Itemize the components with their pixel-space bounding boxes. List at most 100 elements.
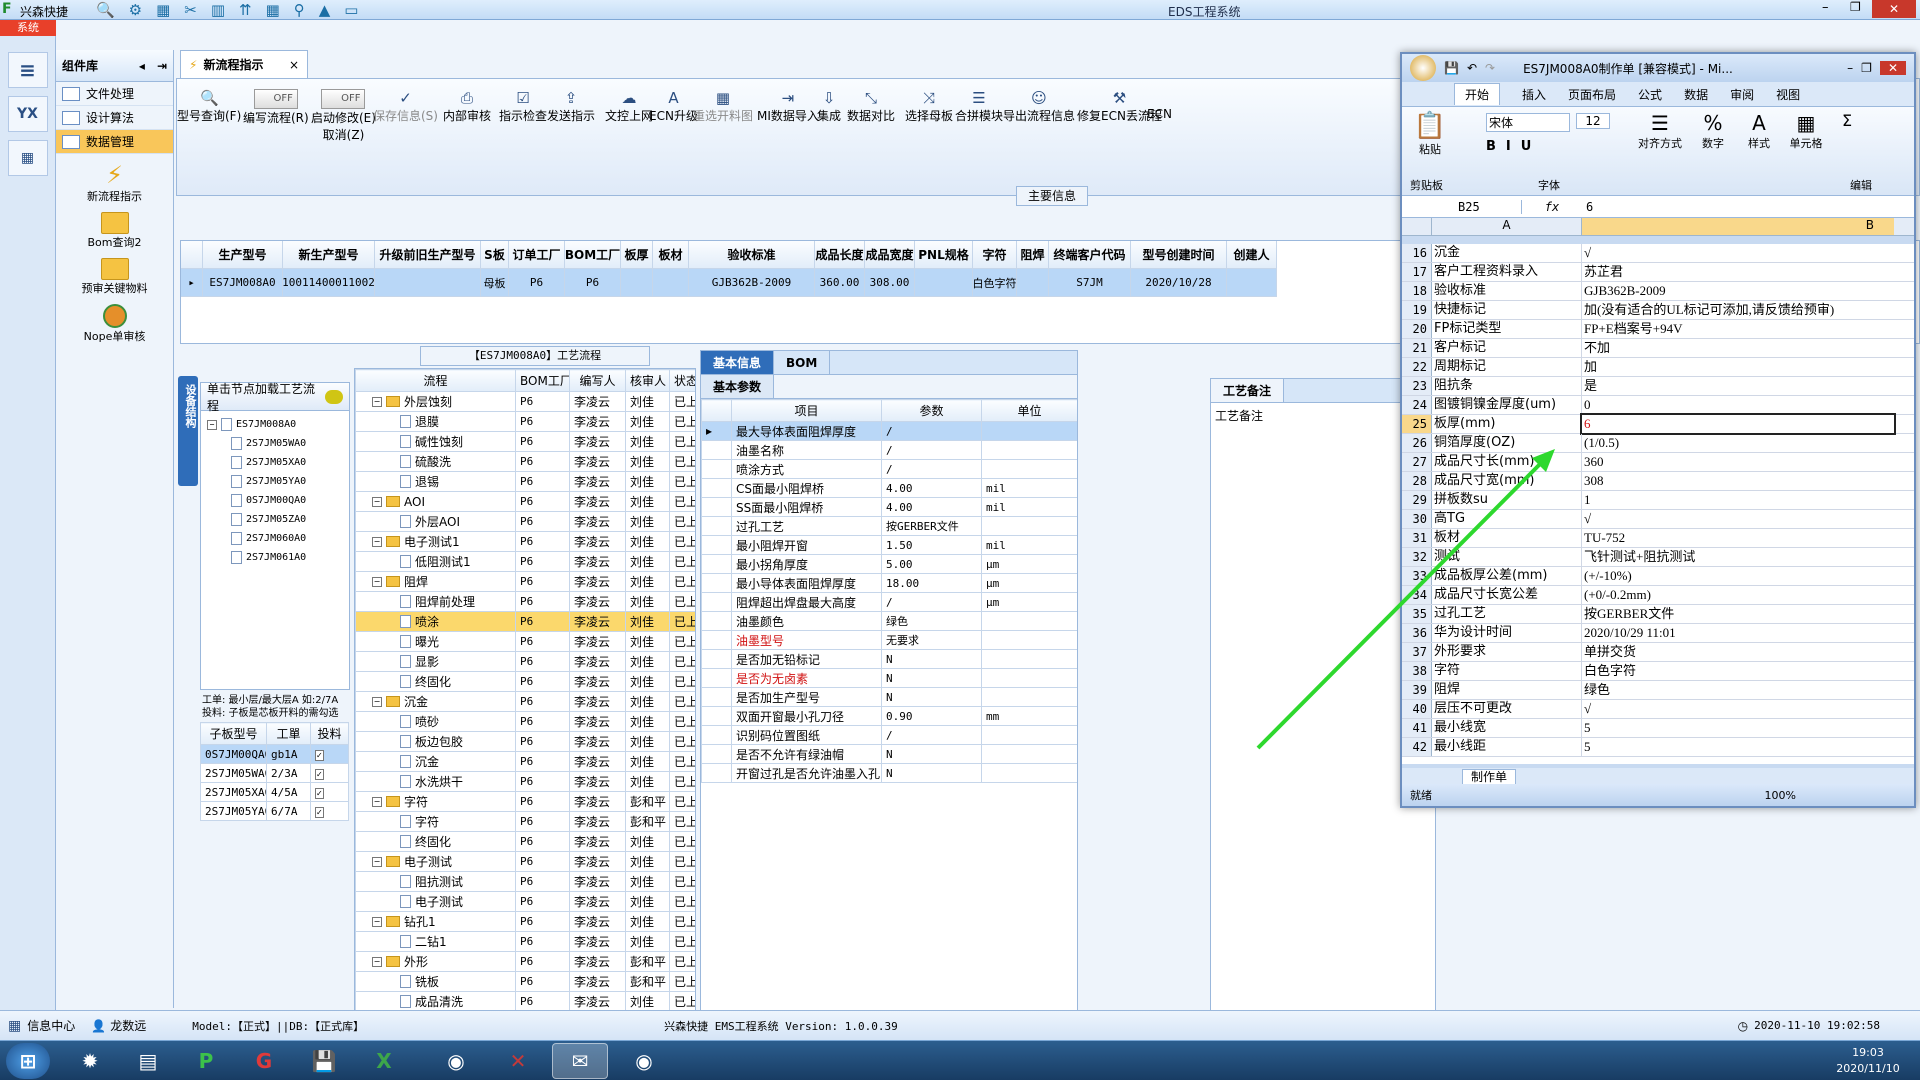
sub-order[interactable]: gb1A bbox=[266, 744, 311, 764]
cell-b[interactable]: √ bbox=[1582, 510, 1894, 528]
cell-b[interactable]: 加 bbox=[1582, 358, 1894, 376]
flow-step[interactable]: 字符 bbox=[355, 811, 516, 832]
flow-step[interactable]: − 外层蚀刻 bbox=[355, 391, 516, 412]
param-row[interactable]: 是否为无卤素 N bbox=[701, 668, 1077, 688]
param-value[interactable]: / bbox=[881, 440, 982, 460]
formula-input[interactable]: 6 bbox=[1582, 200, 1593, 214]
cell-b[interactable]: 单拼交货 bbox=[1582, 643, 1894, 661]
lib-item-design[interactable]: 设计算法 bbox=[56, 106, 173, 130]
flow-row[interactable]: 铣板 P6李凌云彭和平已上网 bbox=[355, 971, 695, 992]
param-row[interactable]: 识别码位置图纸 / bbox=[701, 725, 1077, 745]
param-col-header[interactable]: 项目 bbox=[731, 399, 882, 422]
flow-row[interactable]: − AOI P6李凌云刘佳已上网 bbox=[355, 491, 695, 512]
cell-a[interactable]: 沉金 bbox=[1432, 244, 1582, 262]
flow-step[interactable]: 终固化 bbox=[355, 831, 516, 852]
collapse-icon[interactable]: − bbox=[372, 496, 382, 507]
flow-row[interactable]: 喷砂 P6李凌云刘佳已上网 bbox=[355, 711, 695, 732]
cell-b[interactable]: 是 bbox=[1582, 377, 1894, 395]
collapse-icon[interactable]: − bbox=[372, 536, 382, 547]
grid-col-header[interactable]: 成品宽度 bbox=[865, 241, 915, 269]
cell-b[interactable]: 308 bbox=[1582, 472, 1894, 490]
sub-row[interactable]: 0S7JM00QA0 gb1A ✓ bbox=[200, 744, 349, 764]
sub-order[interactable]: 2/3A bbox=[266, 763, 311, 783]
flow-step[interactable]: 沉金 bbox=[355, 751, 516, 772]
toolbar-button-7[interactable]: ☁ 文控上网 bbox=[605, 89, 653, 159]
ribbon-tab[interactable]: 插入 bbox=[1522, 86, 1546, 103]
excel-restore-icon[interactable]: ❐ bbox=[1861, 61, 1872, 75]
toolbar-button-2[interactable]: OFF 启动修改(E) 取消(Z) bbox=[311, 89, 376, 159]
param-row[interactable]: 过孔工艺 按GERBER文件 bbox=[701, 516, 1077, 536]
row-number[interactable]: 25 bbox=[1402, 415, 1432, 433]
grid-cell[interactable] bbox=[1227, 269, 1277, 297]
toolbar-button-12[interactable]: ⤡ 数据对比 bbox=[847, 89, 895, 159]
cell-b[interactable]: 飞针测试+阻抗测试 bbox=[1582, 548, 1894, 566]
lib-key-material[interactable]: 预审关键物料 bbox=[56, 258, 173, 296]
collapse-icon[interactable]: − bbox=[372, 576, 382, 587]
flow-row[interactable]: 曝光 P6李凌云刘佳已上网 bbox=[355, 631, 695, 652]
flow-row[interactable]: 阻抗测试 P6李凌云刘佳已上网 bbox=[355, 871, 695, 892]
flow-step[interactable]: − AOI bbox=[355, 491, 516, 512]
flow-row[interactable]: 字符 P6李凌云彭和平已上网 bbox=[355, 811, 695, 832]
collapse-icon[interactable]: ◂ bbox=[139, 59, 145, 73]
taskbar-app-5-icon[interactable]: 💾 bbox=[296, 1043, 352, 1079]
taskbar-app-2-icon[interactable]: ▤ bbox=[120, 1043, 176, 1079]
flow-step[interactable]: 阻抗测试 bbox=[355, 871, 516, 892]
cell-a[interactable]: 板厚(mm) bbox=[1432, 415, 1582, 433]
cell-b[interactable]: 绿色 bbox=[1582, 681, 1894, 699]
toggle-switch[interactable]: OFF bbox=[321, 89, 366, 109]
param-value[interactable]: / bbox=[881, 725, 982, 745]
cell-b[interactable]: TU-752 bbox=[1582, 529, 1894, 547]
cell-b[interactable]: 按GERBER文件 bbox=[1582, 605, 1894, 623]
cell-b[interactable]: 苏芷君 bbox=[1582, 263, 1894, 281]
sub-row[interactable]: 2S7JM05XA0 4/5A ✓ bbox=[200, 782, 349, 802]
checkbox-icon[interactable]: ✓ bbox=[315, 788, 324, 799]
grid-cell[interactable]: 360.00 bbox=[815, 269, 865, 297]
param-value[interactable]: 18.00 bbox=[881, 573, 982, 593]
taskbar-excel-icon[interactable]: X bbox=[356, 1043, 412, 1079]
flow-row[interactable]: 二钻1 P6李凌云刘佳已上网 bbox=[355, 931, 695, 952]
menu-icon[interactable]: ≡ bbox=[7, 52, 48, 88]
grid-cell[interactable]: 母板 bbox=[481, 269, 509, 297]
cell-b[interactable]: 2020/10/29 11:01 bbox=[1582, 624, 1894, 642]
grid-cell[interactable]: S7JM bbox=[1049, 269, 1131, 297]
toolbar-button-1[interactable]: OFF 编写流程(R) bbox=[243, 89, 309, 159]
param-value[interactable]: N bbox=[881, 687, 982, 707]
ribbon-tab[interactable]: 审阅 bbox=[1730, 86, 1754, 103]
param-col-header[interactable]: 参数 bbox=[881, 399, 982, 422]
param-row[interactable]: 是否不允许有绿油帽 N bbox=[701, 744, 1077, 764]
grid-col-header[interactable]: 订单工厂 bbox=[509, 241, 565, 269]
flow-row[interactable]: − 沉金 P6李凌云刘佳已上网 bbox=[355, 691, 695, 712]
office-button-icon[interactable] bbox=[1410, 55, 1436, 81]
grid-col-header[interactable]: 新生产型号 bbox=[283, 241, 375, 269]
cell-a[interactable]: 阻抗条 bbox=[1432, 377, 1582, 395]
pin-icon[interactable]: ⇥ bbox=[157, 59, 167, 73]
bold-italic-buttons[interactable]: BIU bbox=[1486, 139, 1541, 154]
flow-row[interactable]: 退锡 P6李凌云刘佳已上网 bbox=[355, 471, 695, 492]
sum-icon[interactable]: Σ bbox=[1842, 111, 1852, 130]
cell-a[interactable]: 周期标记 bbox=[1432, 358, 1582, 376]
cell-a[interactable]: 客户工程资料录入 bbox=[1432, 263, 1582, 281]
align-button[interactable]: ☰ 对齐方式 bbox=[1638, 111, 1682, 151]
row-number[interactable]: 21 bbox=[1402, 339, 1432, 357]
toolbar-button-13[interactable]: ⤨ 选择母板 bbox=[905, 89, 953, 159]
number-button[interactable]: % 数字 bbox=[1696, 111, 1730, 151]
sheet-row[interactable]: 19 快捷标记 加(没有适合的UL标记可添加,请反馈给预审) bbox=[1402, 301, 1914, 320]
restore-icon[interactable]: ❐ bbox=[1850, 0, 1861, 14]
flow-step[interactable]: 外层AOI bbox=[355, 511, 516, 532]
tree-node[interactable]: 2S7JM060A0 bbox=[207, 529, 343, 548]
sheet-row[interactable]: 16 沉金 √ bbox=[1402, 244, 1914, 263]
lib-bom-query[interactable]: Bom查询2 bbox=[56, 212, 173, 250]
cell-b[interactable]: GJB362B-2009 bbox=[1582, 282, 1894, 300]
collapse-icon[interactable]: − bbox=[372, 796, 382, 807]
lib-new-flow[interactable]: ⚡ 新流程指示 bbox=[56, 162, 173, 204]
flow-step[interactable]: 阻焊前处理 bbox=[355, 591, 516, 612]
param-row[interactable]: 阻焊超出焊盘最大高度 / μm bbox=[701, 592, 1077, 612]
cell-b[interactable]: 0 bbox=[1582, 396, 1894, 414]
paste-button[interactable]: 📋 粘贴 bbox=[1412, 111, 1448, 157]
undo-icon[interactable]: ↶ bbox=[1467, 61, 1477, 75]
flow-row[interactable]: − 电子测试1 P6李凌云刘佳已上网 bbox=[355, 531, 695, 552]
sub-row[interactable]: 2S7JM05YA0 6/7A ✓ bbox=[200, 801, 349, 821]
grid-col-header[interactable]: 创建人 bbox=[1227, 241, 1277, 269]
flow-step[interactable]: 二钻1 bbox=[355, 931, 516, 952]
flow-step[interactable]: 喷涂 bbox=[355, 611, 516, 632]
